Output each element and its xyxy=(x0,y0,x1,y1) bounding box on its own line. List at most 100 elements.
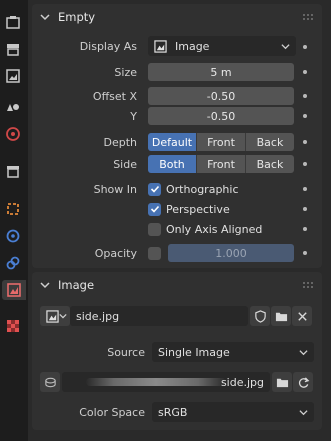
pack-button[interactable] xyxy=(40,372,60,392)
fake-user-button[interactable] xyxy=(250,306,270,326)
filepath-value: side.jpg xyxy=(220,375,264,389)
render-tab[interactable] xyxy=(3,39,23,59)
side-option-back[interactable]: Back xyxy=(246,155,294,173)
image-browse-button[interactable] xyxy=(40,306,70,326)
properties-editor: Empty Display As Image Size 5 m Offset X… xyxy=(28,0,331,441)
checkmark-icon xyxy=(150,185,159,193)
physics-tab[interactable] xyxy=(3,226,23,246)
show-in-label: Show In xyxy=(93,183,137,196)
perspective-checkbox[interactable]: Perspective xyxy=(148,201,230,217)
object-tab[interactable] xyxy=(3,199,23,219)
opacity-label: Opacity xyxy=(94,247,137,260)
view-layer-tab[interactable] xyxy=(3,96,23,116)
checkbox-box xyxy=(148,222,161,236)
properties-tab-bar xyxy=(0,0,26,441)
object-data-tab[interactable] xyxy=(2,280,26,300)
collection-tab[interactable] xyxy=(3,161,23,181)
keyframe-dot[interactable] xyxy=(303,251,307,255)
constraints-tab[interactable] xyxy=(3,253,23,273)
keyframe-dot[interactable] xyxy=(303,140,307,144)
size-label: Size xyxy=(114,66,137,79)
browse-file-button[interactable] xyxy=(272,372,292,392)
close-icon xyxy=(297,311,307,321)
scene-tab[interactable] xyxy=(3,124,23,144)
perspective-label: Perspective xyxy=(166,202,230,216)
reload-icon xyxy=(298,376,309,388)
source-value: Single Image xyxy=(158,345,230,359)
checkbox-box xyxy=(148,182,161,196)
scene-icon xyxy=(6,127,20,141)
depth-selector: Default Front Back xyxy=(148,133,294,151)
source-dropdown[interactable]: Single Image xyxy=(152,342,314,362)
render-icon xyxy=(7,44,19,56)
depth-label: Depth xyxy=(103,136,137,149)
shield-icon xyxy=(254,309,266,323)
tool-tab[interactable] xyxy=(3,12,23,32)
package-icon xyxy=(44,377,56,387)
chevron-down-icon xyxy=(40,14,50,21)
empty-panel: Empty Display As Image Size 5 m Offset X… xyxy=(32,4,322,268)
keyframe-dot[interactable] xyxy=(303,162,307,166)
folder-icon xyxy=(276,378,288,387)
keyframe-dot[interactable] xyxy=(303,227,307,231)
side-option-both[interactable]: Both xyxy=(148,155,197,173)
image-data-icon xyxy=(7,283,21,297)
drag-grip-icon[interactable] xyxy=(302,281,316,289)
texture-icon xyxy=(7,320,19,332)
object-icon xyxy=(7,203,19,215)
keyframe-dot[interactable] xyxy=(303,187,307,191)
empty-panel-header[interactable]: Empty xyxy=(32,4,322,30)
color-space-dropdown[interactable]: sRGB xyxy=(152,402,314,422)
chevron-down-icon xyxy=(281,44,290,50)
collection-icon xyxy=(7,166,19,178)
depth-option-back[interactable]: Back xyxy=(246,133,294,151)
side-selector: Both Front Back xyxy=(148,155,294,173)
orthographic-checkbox[interactable]: Orthographic xyxy=(148,181,239,197)
offset-x-label: Offset X xyxy=(92,90,137,103)
image-icon xyxy=(154,39,167,53)
offset-y-field[interactable]: -0.50 xyxy=(148,107,294,125)
chevron-down-icon xyxy=(40,282,50,289)
filepath-field[interactable]: side.jpg xyxy=(62,372,270,392)
only-axis-aligned-label: Only Axis Aligned xyxy=(166,222,263,236)
image-panel-title: Image xyxy=(58,278,95,292)
open-image-button[interactable] xyxy=(271,306,291,326)
image-name-value: side.jpg xyxy=(76,309,120,323)
empty-panel-title: Empty xyxy=(58,10,96,24)
view-layer-icon xyxy=(7,104,19,111)
tool-icon xyxy=(6,16,20,29)
texture-tab[interactable] xyxy=(3,316,23,336)
display-as-dropdown[interactable]: Image xyxy=(148,36,296,56)
image-name-field[interactable]: side.jpg xyxy=(70,306,248,326)
keyframe-dot[interactable] xyxy=(303,70,307,74)
image-panel-header[interactable]: Image xyxy=(32,272,322,298)
keyframe-dot[interactable] xyxy=(303,114,307,118)
size-field[interactable]: 5 m xyxy=(148,63,294,81)
opacity-toggle[interactable] xyxy=(148,245,166,261)
keyframe-dot[interactable] xyxy=(303,94,307,98)
physics-icon xyxy=(6,229,20,243)
unlink-image-button[interactable] xyxy=(292,306,312,326)
scrollbar[interactable] xyxy=(326,2,329,438)
reload-button[interactable] xyxy=(293,372,313,392)
offset-x-field[interactable]: -0.50 xyxy=(148,87,294,105)
checkmark-icon xyxy=(150,205,159,213)
display-as-value: Image xyxy=(175,39,210,53)
folder-icon xyxy=(275,312,287,321)
checkbox-box xyxy=(148,202,161,216)
only-axis-aligned-checkbox[interactable]: Only Axis Aligned xyxy=(148,221,262,237)
output-tab[interactable] xyxy=(3,66,23,86)
image-icon xyxy=(46,309,59,323)
drag-grip-icon[interactable] xyxy=(302,13,316,21)
constraints-icon xyxy=(6,256,20,270)
offset-y-label: Y xyxy=(130,110,137,123)
depth-option-front[interactable]: Front xyxy=(197,133,246,151)
keyframe-dot[interactable] xyxy=(303,45,307,49)
chevron-down-icon xyxy=(299,410,308,416)
depth-option-default[interactable]: Default xyxy=(148,133,197,151)
side-option-front[interactable]: Front xyxy=(197,155,246,173)
color-space-label: Color Space xyxy=(79,406,145,419)
opacity-field[interactable]: 1.000 xyxy=(168,244,294,262)
keyframe-dot[interactable] xyxy=(303,207,307,211)
orthographic-label: Orthographic xyxy=(166,182,239,196)
